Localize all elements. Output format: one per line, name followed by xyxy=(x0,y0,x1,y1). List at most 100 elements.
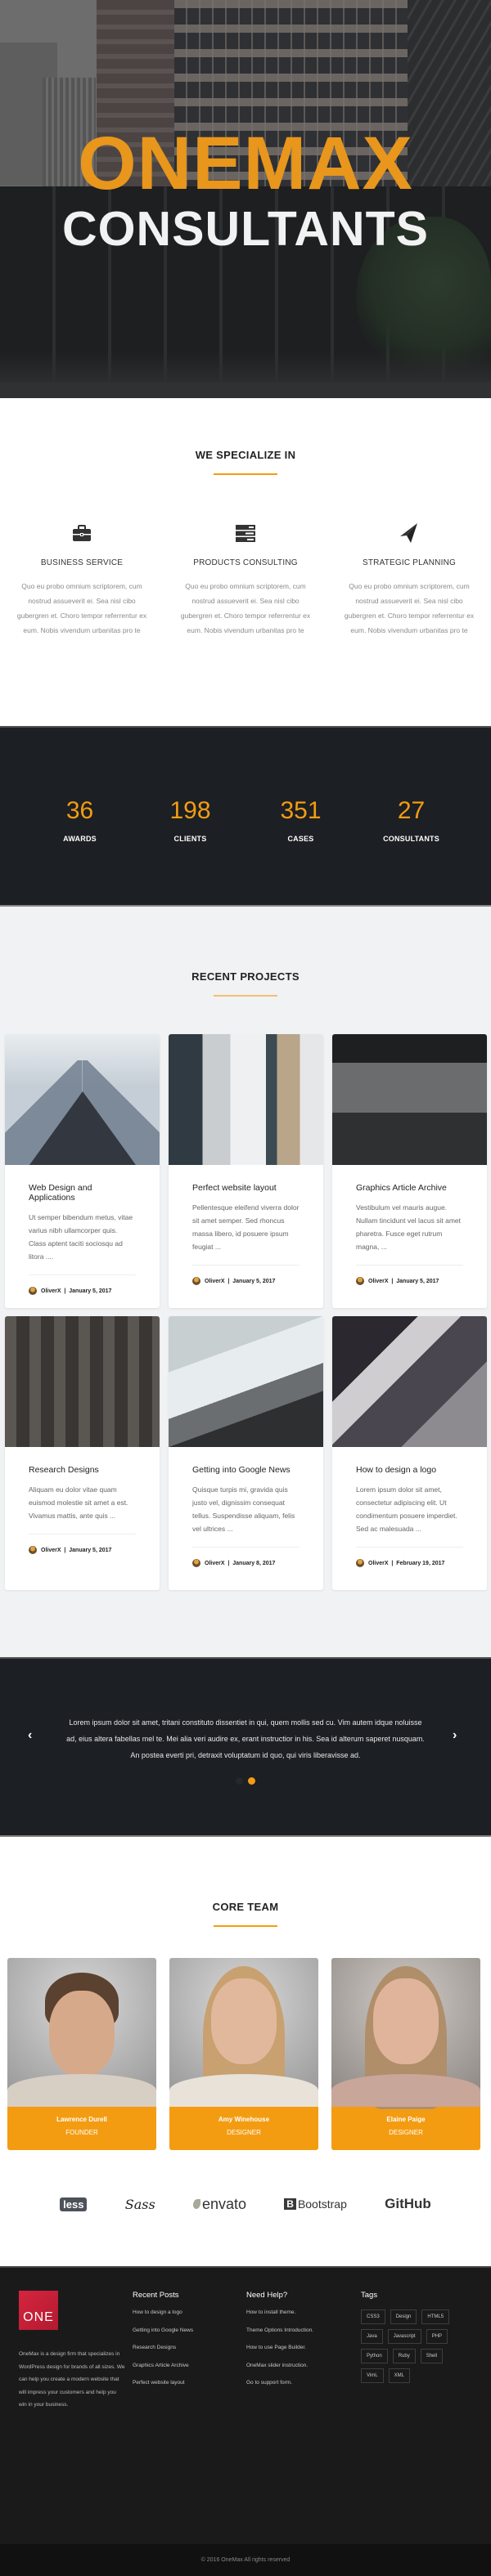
tag-link[interactable]: CSS3 xyxy=(361,2309,385,2324)
project-card[interactable]: How to design a logo Lorem ipsum dolor s… xyxy=(332,1316,487,1590)
member-name: Amy Winehouse xyxy=(218,2116,270,2123)
author-name[interactable]: OliverX xyxy=(41,1548,61,1553)
tag-link[interactable]: HTML5 xyxy=(421,2309,450,2324)
service-text: Quo eu probo omnium scriptorem, cum nost… xyxy=(16,582,147,634)
divider xyxy=(356,1265,463,1266)
recent-projects-section: RECENT PROJECTS Web Design and Applicati… xyxy=(0,905,491,1657)
service-item: STRATEGIC PLANNING Quo eu probo omnium s… xyxy=(327,521,491,638)
project-card[interactable]: Research Designs Aliquam eu dolor vitae … xyxy=(5,1316,160,1590)
stats-section: 36 AWARDS 198 CLIENTS 351 CASES 27 CONSU… xyxy=(0,726,491,905)
hero-title-brand: ONEMAX xyxy=(78,122,413,205)
section-title: WE SPECIALIZE IN xyxy=(195,449,296,461)
tag-link[interactable]: Java xyxy=(361,2329,383,2344)
team-member-card[interactable]: Lawrence Durell FOUNDER xyxy=(7,1958,156,2150)
author-name[interactable]: OliverX xyxy=(205,1279,225,1284)
logo-bootstrap[interactable]: B Bootstrap xyxy=(284,2197,347,2211)
logo-envato-text: envato xyxy=(201,2195,246,2212)
hero-title-sub: CONSULTANTS xyxy=(62,202,429,256)
project-thumbnail[interactable] xyxy=(332,1034,487,1165)
footer-link[interactable]: Perfect website layout xyxy=(133,2380,193,2386)
project-title[interactable]: Research Designs xyxy=(29,1465,136,1475)
project-card[interactable]: Web Design and Applications Ut semper bi… xyxy=(5,1034,160,1308)
footer-link[interactable]: Go to support form. xyxy=(246,2380,313,2386)
chevron-left-icon[interactable]: ‹ xyxy=(28,1728,32,1743)
logo-less[interactable]: less xyxy=(60,2197,88,2211)
tag-link[interactable]: Ruby xyxy=(392,2349,416,2363)
footer-link[interactable]: How to use Page Builder. xyxy=(246,2345,313,2350)
footer-recent-posts: Recent Posts How to design a logo Gettin… xyxy=(133,2291,193,2398)
hero-banner: ONEMAX CONSULTANTS xyxy=(0,0,491,398)
slider-dot[interactable] xyxy=(236,1777,243,1785)
project-thumbnail[interactable] xyxy=(5,1316,160,1447)
member-role: DESIGNER xyxy=(389,2129,423,2136)
author-avatar xyxy=(192,1277,200,1285)
tag-link[interactable]: PHP xyxy=(426,2329,448,2344)
stat-value: 27 xyxy=(397,797,426,824)
service-item: PRODUCTS CONSULTING Quo eu probo omnium … xyxy=(164,521,327,638)
member-role: DESIGNER xyxy=(227,2129,261,2136)
meta-separator: | xyxy=(227,1560,230,1566)
footer: ONE OneMax is a design firm that special… xyxy=(0,2266,491,2544)
project-title[interactable]: Getting into Google News xyxy=(192,1465,300,1475)
footer-link[interactable]: OneMax slider instruction. xyxy=(246,2363,313,2368)
post-date: January 5, 2017 xyxy=(232,1278,276,1284)
author-name[interactable]: OliverX xyxy=(368,1279,389,1284)
project-title[interactable]: Graphics Article Archive xyxy=(356,1183,463,1193)
project-title[interactable]: Perfect website layout xyxy=(192,1183,300,1193)
team-member-card[interactable]: Elaine Paige DESIGNER xyxy=(331,1958,480,2150)
tag-link[interactable]: Javascript xyxy=(387,2329,421,2344)
footer-link[interactable]: Research Designs xyxy=(133,2345,193,2350)
meta-separator: | xyxy=(227,1278,230,1284)
project-card[interactable]: Perfect website layout Pellentesque elei… xyxy=(169,1034,323,1308)
section-title-underline xyxy=(214,473,277,475)
stat-label: AWARDS xyxy=(63,835,97,843)
project-title[interactable]: Web Design and Applications xyxy=(29,1183,136,1203)
tag-link[interactable]: Design xyxy=(390,2309,417,2324)
footer-link[interactable]: Getting into Google News xyxy=(133,2327,193,2333)
slider-dot-active[interactable] xyxy=(248,1777,255,1785)
tag-link[interactable]: VimL xyxy=(361,2368,384,2383)
author-name[interactable]: OliverX xyxy=(368,1561,389,1566)
section-title-underline xyxy=(214,995,277,997)
logo-github[interactable]: GitHub xyxy=(385,2196,431,2212)
project-thumbnail[interactable] xyxy=(332,1316,487,1447)
tag-link[interactable]: Python xyxy=(361,2349,388,2363)
footer-logo[interactable]: ONE xyxy=(19,2291,58,2330)
logo-sass[interactable]: Sass xyxy=(125,2197,155,2212)
service-title: STRATEGIC PLANNING xyxy=(363,558,456,567)
footer-link[interactable]: Graphics Article Archive xyxy=(133,2363,193,2368)
footer-link[interactable]: Theme Options Introduction. xyxy=(246,2327,313,2333)
project-excerpt: Pellentesque eleifend viverra dolor sit … xyxy=(192,1203,300,1251)
project-thumbnail[interactable] xyxy=(169,1034,323,1165)
logo-bootstrap-text: Bootstrap xyxy=(297,2197,347,2211)
envato-leaf-icon xyxy=(192,2198,200,2209)
project-thumbnail[interactable] xyxy=(5,1034,160,1165)
project-title[interactable]: How to design a logo xyxy=(356,1465,463,1475)
bootstrap-b-icon: B xyxy=(284,2198,296,2210)
copyright-text: © 2016 OneMax All rights reserved xyxy=(200,2557,291,2563)
logo-envato[interactable]: envato xyxy=(192,2195,246,2213)
tag-link[interactable]: Shell xyxy=(420,2349,444,2363)
author-avatar xyxy=(356,1277,364,1285)
project-card[interactable]: Graphics Article Archive Vestibulum vel … xyxy=(332,1034,487,1308)
project-thumbnail[interactable] xyxy=(169,1316,323,1447)
author-name[interactable]: OliverX xyxy=(205,1561,225,1566)
team-member-card[interactable]: Amy Winehouse DESIGNER xyxy=(169,1958,318,2150)
author-avatar xyxy=(29,1287,37,1295)
stat-value: 36 xyxy=(65,797,94,824)
server-icon xyxy=(175,521,316,545)
footer-link[interactable]: How to design a logo xyxy=(133,2309,193,2315)
chevron-right-icon[interactable]: › xyxy=(453,1728,457,1743)
project-card[interactable]: Getting into Google News Quisque turpis … xyxy=(169,1316,323,1590)
tag-link[interactable]: XML xyxy=(388,2368,410,2383)
author-name[interactable]: OliverX xyxy=(41,1288,61,1294)
post-date: January 8, 2017 xyxy=(232,1560,276,1566)
footer-about: ONE OneMax is a design firm that special… xyxy=(19,2291,125,2412)
stat-value: 198 xyxy=(169,797,211,824)
footer-link[interactable]: How to install theme. xyxy=(246,2309,313,2315)
stat-clients: 198 CLIENTS xyxy=(135,728,246,905)
stat-cases: 351 CASES xyxy=(246,728,356,905)
member-role: FOUNDER xyxy=(65,2129,98,2136)
stat-label: CONSULTANTS xyxy=(383,835,439,843)
stat-label: CLIENTS xyxy=(173,835,207,843)
